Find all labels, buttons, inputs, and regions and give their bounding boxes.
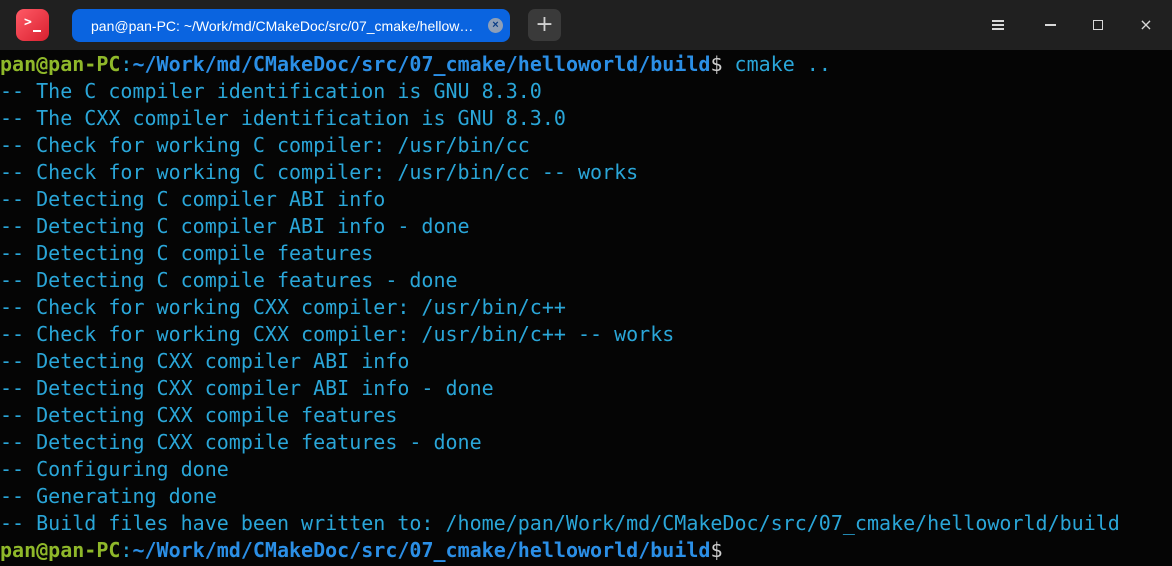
output-line: -- The CXX compiler identification is GN… — [0, 106, 566, 130]
prompt-dollar: $ — [710, 538, 723, 562]
prompt-colon: : — [120, 538, 133, 562]
output-line: -- Detecting C compiler ABI info - done — [0, 214, 470, 238]
output-line: -- Detecting CXX compiler ABI info — [0, 349, 410, 373]
terminal-output[interactable]: pan@pan-PC:~/Work/md/CMakeDoc/src/07_cma… — [0, 50, 1172, 566]
output-line: -- The C compiler identification is GNU … — [0, 79, 542, 103]
maximize-button[interactable] — [1085, 12, 1111, 38]
tab-title: pan@pan-PC: ~/Work/md/CMakeDoc/src/07_cm… — [91, 17, 474, 34]
minimize-button[interactable] — [1037, 12, 1063, 38]
output-line: -- Generating done — [0, 484, 217, 508]
output-line: -- Check for working CXX compiler: /usr/… — [0, 322, 675, 346]
output-line: -- Check for working C compiler: /usr/bi… — [0, 133, 530, 157]
prompt-user-host: pan@pan-PC — [0, 52, 121, 76]
new-tab-button[interactable]: + — [528, 9, 561, 41]
output-line: -- Detecting CXX compile features — [0, 403, 398, 427]
terminal-app-icon[interactable]: > — [16, 9, 49, 41]
prompt-user-host: pan@pan-PC — [0, 538, 121, 562]
minimize-icon — [1044, 24, 1056, 26]
menu-button[interactable] — [985, 12, 1011, 38]
output-line: -- Build files have been written to: /ho… — [0, 511, 1120, 535]
output-line: -- Detecting C compile features — [0, 241, 374, 265]
prompt-line-command: pan@pan-PC:~/Work/md/CMakeDoc/src/07_cma… — [0, 51, 831, 78]
prompt-path: ~/Work/md/CMakeDoc/src/07_cmake/hellowor… — [132, 538, 711, 562]
output-line: -- Check for working CXX compiler: /usr/… — [0, 295, 566, 319]
output-line: -- Detecting C compile features - done — [0, 268, 458, 292]
entered-command: cmake .. — [722, 52, 831, 76]
tab-close-icon[interactable]: × — [488, 18, 503, 33]
maximize-icon — [1093, 20, 1103, 30]
prompt-line-current[interactable]: pan@pan-PC:~/Work/md/CMakeDoc/src/07_cma… — [0, 537, 722, 564]
output-line: -- Detecting C compiler ABI info — [0, 187, 386, 211]
output-line: -- Detecting CXX compile features - done — [0, 430, 482, 454]
output-line: -- Configuring done — [0, 457, 229, 481]
prompt-path: ~/Work/md/CMakeDoc/src/07_cmake/hellowor… — [132, 52, 711, 76]
output-line: -- Check for working C compiler: /usr/bi… — [0, 160, 639, 184]
prompt-dollar: $ — [710, 52, 723, 76]
prompt-colon: : — [120, 52, 133, 76]
output-line: -- Detecting CXX compiler ABI info - don… — [0, 376, 494, 400]
title-bar: > pan@pan-PC: ~/Work/md/CMakeDoc/src/07_… — [0, 0, 1172, 50]
tab-active-terminal[interactable]: pan@pan-PC: ~/Work/md/CMakeDoc/src/07_cm… — [72, 9, 510, 42]
hamburger-icon — [992, 20, 1004, 30]
close-button[interactable]: × — [1133, 12, 1159, 38]
